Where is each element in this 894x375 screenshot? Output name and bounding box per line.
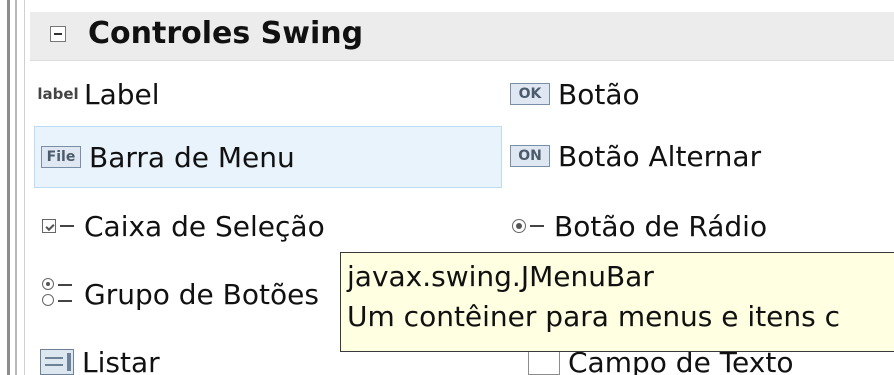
toggle-button-icon: ON	[510, 145, 550, 167]
group-radio-1	[42, 278, 54, 290]
label-icon: label	[37, 85, 79, 103]
list-scrollbar	[67, 353, 71, 371]
palette-item-radio-button-text: Botão de Rádio	[554, 209, 768, 243]
palette-item-checkbox[interactable]: Caixa de Seleção	[40, 200, 500, 252]
palette-item-menubar[interactable]: File Barra de Menu	[34, 126, 502, 188]
border-line	[15, 0, 17, 375]
group-line-1	[58, 284, 72, 286]
border-line	[7, 0, 10, 375]
palette-item-label-text: Label	[84, 77, 160, 111]
tooltip-class-name: javax.swing.JMenuBar	[347, 260, 654, 293]
palette-item-menubar-text: Barra de Menu	[89, 140, 295, 174]
tooltip-description: Um contêiner para menus e itens c	[347, 300, 841, 333]
palette-item-button[interactable]: OK Botão	[510, 68, 894, 120]
collapse-icon[interactable]	[50, 26, 66, 42]
menubar-icon: File	[41, 146, 81, 168]
border-line	[24, 0, 25, 375]
radio-line	[530, 225, 544, 227]
text-field-icon	[528, 349, 560, 375]
palette-item-button-group-text: Grupo de Botões	[84, 277, 319, 311]
palette-item-checkbox-text: Caixa de Seleção	[84, 209, 325, 243]
palette-item-radio-button[interactable]: Botão de Rádio	[510, 200, 894, 252]
tooltip: javax.swing.JMenuBar Um contêiner para m…	[340, 252, 894, 352]
radio-dot	[512, 219, 526, 233]
button-group-icon	[40, 276, 76, 312]
palette-item-button-group[interactable]: Grupo de Botões	[40, 268, 340, 320]
palette-window: Controles Swing label Label OK Botão Fil…	[0, 0, 894, 375]
palette-item-toggle-button-text: Botão Alternar	[558, 139, 762, 173]
group-line-2	[58, 300, 72, 302]
section-header[interactable]: Controles Swing	[30, 12, 894, 61]
section-title: Controles Swing	[88, 16, 364, 51]
radio-button-icon	[510, 215, 546, 237]
button-icon: OK	[510, 83, 550, 105]
list-icon	[40, 349, 74, 375]
palette-item-label[interactable]: label Label	[37, 68, 500, 120]
checkbox-box	[42, 219, 56, 233]
palette-item-button-text: Botão	[558, 77, 640, 111]
left-border	[0, 0, 26, 375]
checkbox-line	[60, 225, 74, 227]
group-radio-2	[42, 294, 54, 306]
palette-item-list[interactable]: Listar	[40, 336, 300, 375]
palette-item-toggle-button[interactable]: ON Botão Alternar	[510, 130, 894, 182]
checkbox-icon	[40, 215, 76, 237]
palette-item-list-text: Listar	[82, 345, 160, 375]
